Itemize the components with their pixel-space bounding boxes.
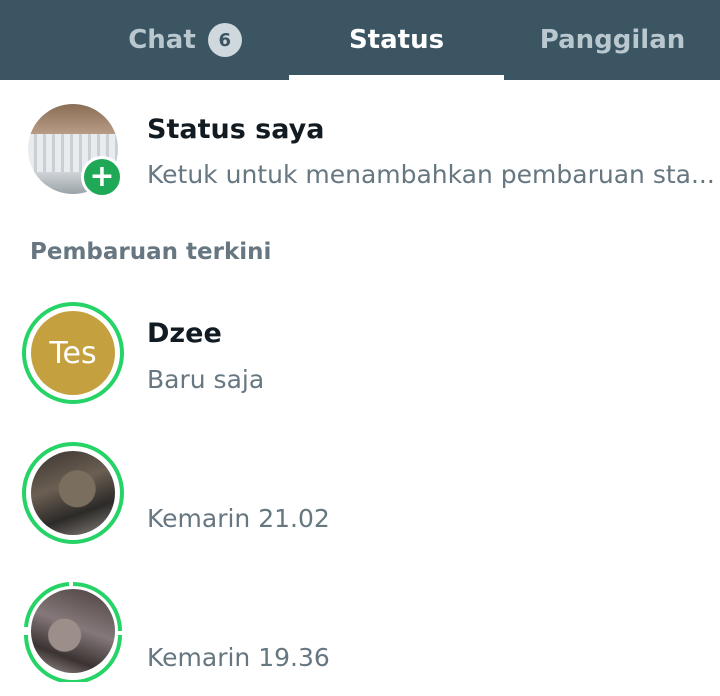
tab-calls[interactable]: Panggilan — [505, 0, 720, 80]
status-time: Kemarin 19.36 — [147, 643, 330, 672]
tab-calls-label: Panggilan — [539, 25, 686, 55]
my-status-title: Status saya — [147, 114, 325, 145]
active-tab-indicator — [289, 75, 504, 80]
avatar — [31, 589, 115, 673]
avatar — [31, 451, 115, 535]
tab-status-label: Status — [348, 25, 445, 55]
tab-status[interactable]: Status — [290, 0, 503, 80]
add-status-icon[interactable]: + — [81, 156, 123, 198]
status-contact-name: Dzee — [147, 318, 222, 349]
avatar-photo-top — [28, 104, 118, 134]
avatar: Tes — [31, 311, 115, 395]
recent-updates-heading: Pembaruan terkini — [30, 239, 272, 265]
status-time: Kemarin 21.02 — [147, 504, 330, 533]
status-time: Baru saja — [147, 365, 265, 394]
my-status-subtitle: Ketuk untuk menambahkan pembaruan sta... — [147, 160, 715, 189]
status-ring: Tes — [22, 302, 124, 404]
tab-chat[interactable]: Chat 6 — [95, 0, 275, 80]
unread-count-badge: 6 — [207, 23, 242, 57]
status-ring — [22, 442, 124, 544]
top-tab-bar: Chat 6 Status Panggilan — [0, 0, 720, 80]
status-ring — [22, 580, 124, 682]
tab-chat-label: Chat — [128, 25, 196, 55]
